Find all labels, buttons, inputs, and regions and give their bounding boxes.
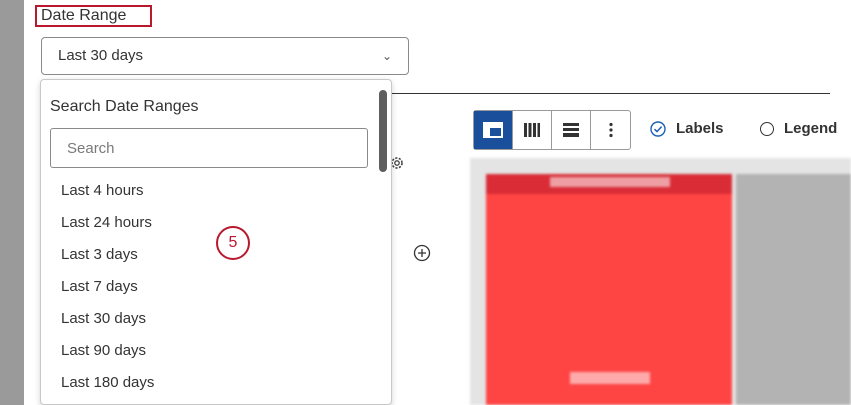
left-rail bbox=[0, 0, 24, 405]
date-range-select[interactable]: Last 30 days ⌄ bbox=[41, 37, 409, 75]
date-range-option[interactable]: Last 3 days bbox=[41, 239, 376, 271]
labels-toggle[interactable]: Labels bbox=[650, 120, 724, 137]
dropdown-title: Search Date Ranges bbox=[50, 98, 199, 115]
rows-icon bbox=[563, 123, 579, 137]
date-range-option[interactable]: Last 90 days bbox=[41, 335, 376, 367]
rows-layout-button[interactable] bbox=[552, 111, 591, 149]
table-layout-icon bbox=[483, 122, 503, 138]
scrollbar-thumb[interactable] bbox=[379, 90, 387, 172]
date-range-selected-value: Last 30 days bbox=[58, 47, 144, 64]
chart-preview bbox=[470, 158, 851, 405]
date-range-option[interactable]: Last 30 days bbox=[41, 303, 376, 335]
chart-tile-grey bbox=[736, 174, 851, 405]
date-range-option[interactable]: Last 7 days bbox=[41, 271, 376, 303]
date-range-label: Date Range bbox=[35, 5, 152, 27]
date-range-option[interactable]: Last 180 days bbox=[41, 367, 376, 399]
labels-text: Labels bbox=[676, 120, 724, 137]
section-divider bbox=[390, 93, 830, 94]
legend-toggle[interactable]: Legend bbox=[760, 120, 837, 137]
chart-tile-red bbox=[486, 174, 732, 405]
check-circle-icon bbox=[650, 120, 666, 137]
chevron-down-icon: ⌄ bbox=[381, 49, 392, 63]
view-toolbar bbox=[473, 110, 631, 150]
chart-tile-header-blurred bbox=[550, 177, 670, 187]
date-range-search-input[interactable] bbox=[50, 128, 368, 168]
more-options-button[interactable] bbox=[591, 111, 630, 149]
columns-icon bbox=[524, 123, 540, 137]
date-range-options: Last 4 hours Last 24 hours Last 3 days L… bbox=[41, 175, 376, 399]
legend-text: Legend bbox=[784, 120, 838, 137]
date-range-option[interactable]: Last 4 hours bbox=[41, 175, 376, 207]
columns-layout-button[interactable] bbox=[513, 111, 552, 149]
more-vertical-icon bbox=[608, 122, 613, 138]
radio-circle-icon bbox=[760, 121, 774, 136]
date-range-option[interactable]: Last 24 hours bbox=[41, 207, 376, 239]
table-layout-button[interactable] bbox=[474, 111, 513, 149]
add-circle-icon[interactable] bbox=[413, 244, 431, 262]
date-range-dropdown: Search Date Ranges Last 4 hours Last 24 … bbox=[40, 79, 392, 405]
step-number-badge: 5 bbox=[216, 226, 250, 260]
chart-tile-footer-blurred bbox=[570, 372, 650, 384]
dropdown-scrollbar[interactable] bbox=[376, 86, 390, 386]
